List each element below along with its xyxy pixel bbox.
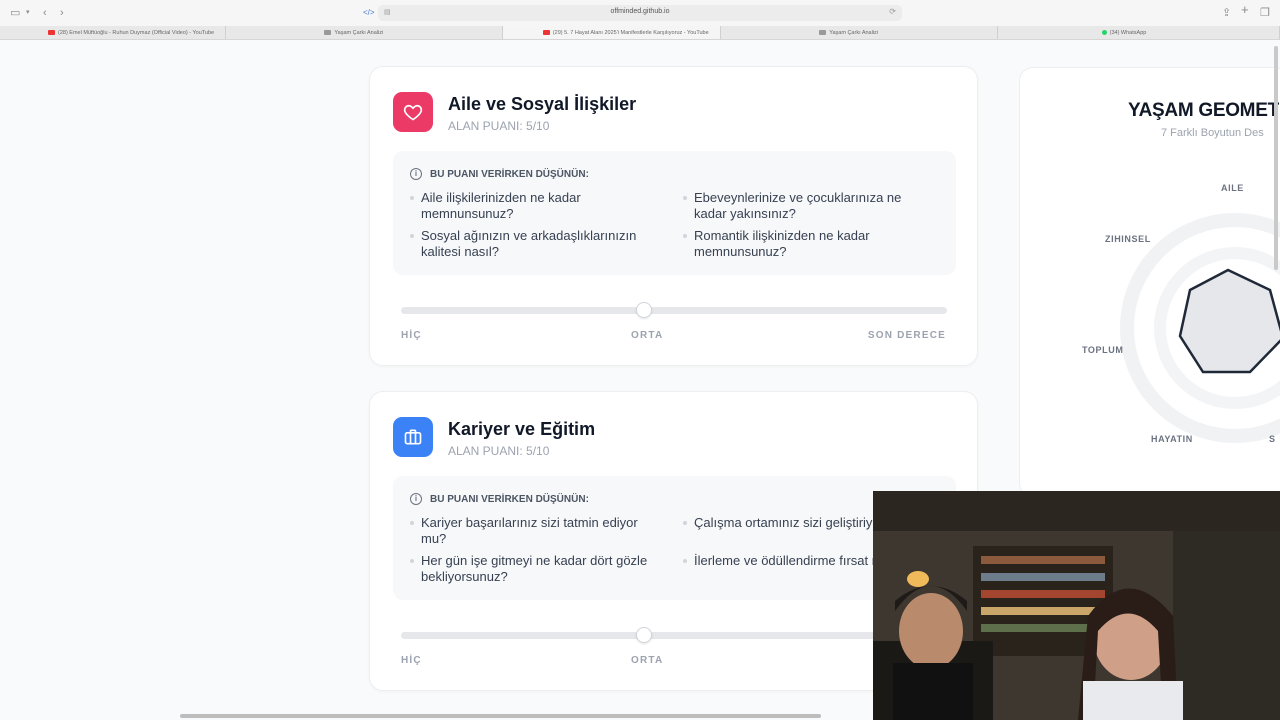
slider-label-mid: ORTA <box>631 330 664 341</box>
new-tab-icon[interactable]: + <box>1241 3 1249 17</box>
slider-label-low: HİÇ <box>401 330 422 341</box>
axis-label-life: HAYATIN <box>1151 434 1193 444</box>
youtube-icon <box>542 30 550 36</box>
question-item: Sosyal ağınızın ve arkadaşlıklarınızın k… <box>410 228 660 260</box>
tab-5[interactable]: (34) WhatsApp <box>998 26 1280 39</box>
tab-overview-icon[interactable]: ❐ <box>1260 6 1270 20</box>
tab-1[interactable]: (28) Emel Müftüoğlu - Ruhun Duymaz (Offi… <box>0 26 227 39</box>
info-icon: i <box>410 493 422 505</box>
hint-box: i BU PUANI VERİRKEN DÜŞÜNÜN: Kariyer baş… <box>393 476 956 600</box>
slider-label-mid: ORTA <box>631 655 664 666</box>
hint-title: BU PUANI VERİRKEN DÜŞÜNÜN: <box>430 168 589 180</box>
slider-thumb[interactable] <box>635 302 652 318</box>
forward-icon[interactable]: › <box>60 6 64 20</box>
youtube-icon <box>48 30 55 36</box>
tab-4[interactable]: Yaşam Çarkı Analizi <box>721 26 998 39</box>
question-item: Kariyer başarılarınız sizi tatmin ediyor… <box>410 515 660 547</box>
tab-label: Yaşam Çarkı Analizi <box>829 30 879 36</box>
share-icon[interactable]: ⇪ <box>1222 6 1231 20</box>
vertical-scrollbar[interactable] <box>1274 46 1278 270</box>
question-item: Ebeveynlerinize ve çocuklarınıza ne kada… <box>683 190 933 222</box>
hint-box: i BU PUANI VERİRKEN DÜŞÜNÜN: Aile ilişki… <box>393 151 956 275</box>
area-card-family: Aile ve Sosyal İlişkiler ALAN PUANI: 5/1… <box>369 66 978 366</box>
axis-label-partial: S <box>1269 434 1276 444</box>
page-icon <box>819 30 827 36</box>
card-icon-badge <box>393 92 433 132</box>
card-title: Aile ve Sosyal İlişkiler <box>448 94 637 114</box>
tab-label: (34) WhatsApp <box>1109 30 1147 36</box>
video-frame <box>873 491 1280 720</box>
slider-label-low: HİÇ <box>401 655 422 666</box>
sidebar-toggle-icon[interactable]: ▭ <box>10 6 20 20</box>
reload-icon[interactable]: ⟳ <box>889 7 896 16</box>
score-slider[interactable] <box>401 627 947 643</box>
url-text: offminded.github.io <box>610 8 670 15</box>
radar-shape <box>1178 268 1280 374</box>
tab-label: (28) Emel Müftüoğlu - Ruhun Duymaz (Offi… <box>58 30 215 36</box>
heart-icon <box>403 104 423 121</box>
chevron-down-icon[interactable]: ▾ <box>26 6 30 20</box>
whatsapp-icon <box>1101 30 1107 36</box>
tab-bar: (28) Emel Müftüoğlu - Ruhun Duymaz (Offi… <box>0 26 1280 40</box>
slider-thumb[interactable] <box>635 627 652 643</box>
area-score: ALAN PUANI: 5/10 <box>448 444 550 458</box>
hint-heading: i BU PUANI VERİRKEN DÜŞÜNÜN: <box>410 493 589 505</box>
code-icon[interactable]: </> <box>363 6 375 20</box>
address-bar[interactable]: ▤ offminded.github.io ⟳ <box>378 5 902 21</box>
info-icon: i <box>410 168 422 180</box>
hint-heading: i BU PUANI VERİRKEN DÜŞÜNÜN: <box>410 168 589 180</box>
axis-label-family: AILE <box>1221 183 1244 193</box>
horizontal-scrollbar[interactable] <box>180 714 821 718</box>
question-item: Her gün işe gitmeyi ne kadar dört gözle … <box>410 553 660 585</box>
tab-label: Yaşam Çarkı Analizi <box>334 30 384 36</box>
axis-label-society: TOPLUM <box>1082 345 1124 355</box>
card-title: Kariyer ve Eğitim <box>448 419 596 439</box>
browser-toolbar: ▭ ▾ ‹ › </> ▤ offminded.github.io ⟳ ⇪ + … <box>0 0 1280 26</box>
axis-label-mental: ZIHINSEL <box>1105 234 1151 244</box>
page-icon <box>324 30 332 36</box>
tab-2[interactable]: Yaşam Çarkı Analizi <box>226 26 503 39</box>
score-slider[interactable] <box>401 302 947 318</box>
tab-3[interactable]: (29) 5. 7 Hayat Alanı 2025'i Manifestler… <box>502 26 722 39</box>
card-icon-badge <box>393 417 433 457</box>
back-icon[interactable]: ‹ <box>43 6 47 20</box>
hint-title: BU PUANI VERİRKEN DÜŞÜNÜN: <box>430 493 589 505</box>
question-item: Aile ilişkilerinizden ne kadar memnunsun… <box>410 190 660 222</box>
question-item: Romantik ilişkinizden ne kadar memnunsun… <box>683 228 933 260</box>
area-score: ALAN PUANI: 5/10 <box>448 119 550 133</box>
webcam-video-overlay[interactable] <box>873 491 1280 720</box>
life-geometry-panel: YAŞAM GEOMET 7 Farklı Boyutun Des AILE Z… <box>1019 67 1280 497</box>
radar-chart <box>1120 213 1280 443</box>
slider-label-high: SON DERECE <box>867 330 946 341</box>
tab-label: (29) 5. 7 Hayat Alanı 2025'i Manifestler… <box>552 30 709 36</box>
briefcase-icon <box>404 429 422 445</box>
